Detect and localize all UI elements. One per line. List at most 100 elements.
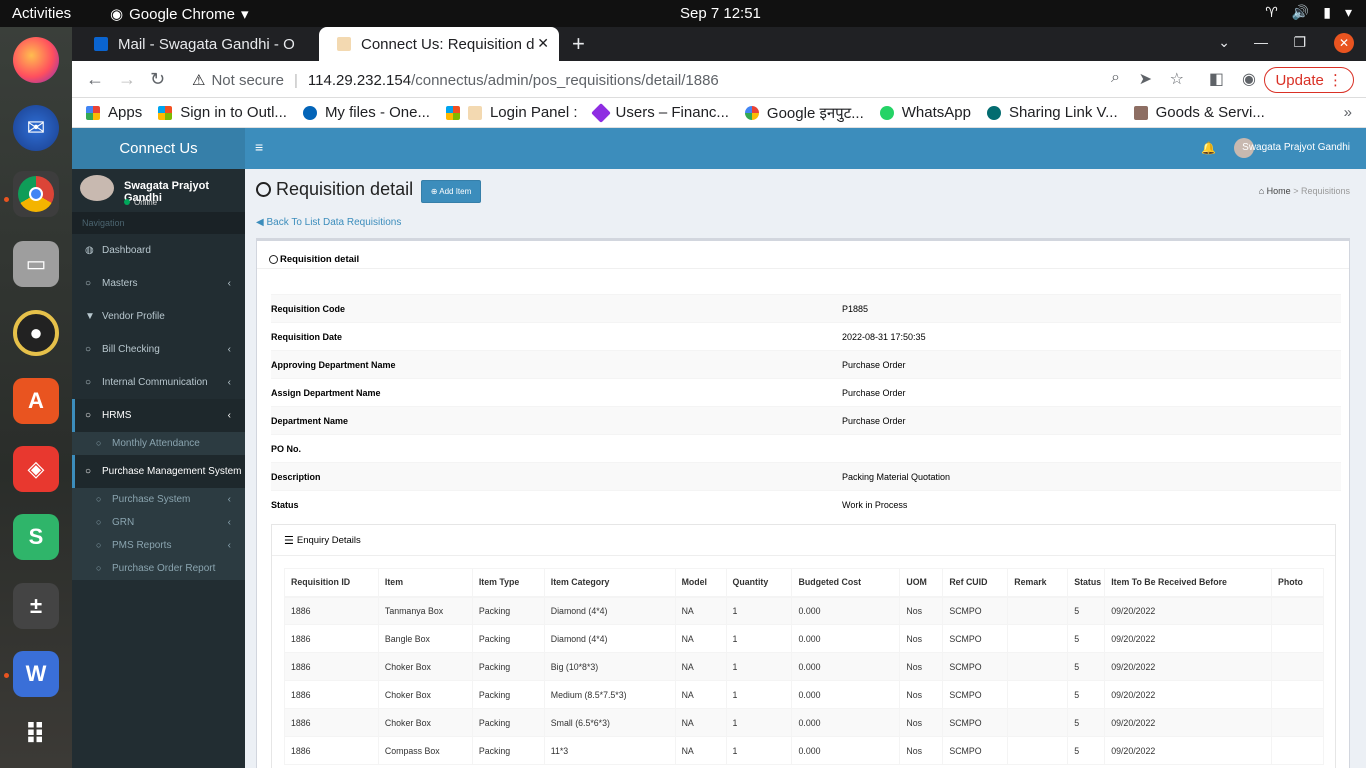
thunderbird-icon[interactable]: ✉ [13,105,59,151]
detail-row: Department Name Purchase Order [271,406,1341,434]
forward-icon[interactable]: → [118,69,136,90]
update-label: Update [1275,72,1324,89]
close-window-icon[interactable]: ✕ [1334,33,1354,53]
close-tab-icon[interactable]: ✕ [537,35,549,52]
google-chrome-icon[interactable] [13,171,59,217]
wps-office-icon[interactable]: W [13,651,59,697]
bookmark-whatsapp[interactable]: WhatsApp [879,104,971,121]
firefox-icon[interactable] [13,37,59,83]
sidebar-item-purchase-management-system[interactable]: ○ Purchase Management System [72,455,245,488]
table-row: 1886 Choker Box Packing Medium (8.5*7.5*3) N… [284,680,1325,709]
sidebar-item-bill-checking[interactable]: ○ Bill Checking ‹ [72,333,245,366]
sidebar-item-internal-communication[interactable]: ○ Internal Communication ‹ [72,366,245,399]
activities-button[interactable]: Activities [12,5,71,22]
url-path: /connectus/admin/pos_requisitions/detail… [411,71,719,89]
sidebar-subitem-grn[interactable]: ○ GRN ‹ [72,511,245,534]
tab-connect-us[interactable]: Connect Us: Requisition d ✕ [319,27,559,61]
files-icon[interactable]: ▭ [13,241,59,287]
sidebar-subitem-purchase-order-report[interactable]: ○ Purchase Order Report [72,557,245,580]
detail-row: Requisition Code P1885 [271,294,1341,322]
sidebar-item-masters[interactable]: ○ Masters ‹ [72,267,245,300]
maximize-icon[interactable]: ❐ [1293,34,1306,51]
more-bookmarks-icon[interactable]: » [1344,104,1352,121]
sidebar-subitem-pms-reports[interactable]: ○ PMS Reports ‹ [72,534,245,557]
sidebar-user-panel: Swagata Prajyot Gandhi Online [72,169,245,212]
table-cell: SCMPO [942,596,1009,625]
spreadsheet-icon[interactable]: S [13,514,59,560]
detail-key: Description [271,471,321,482]
table-cell: Choker Box [377,652,473,681]
update-button[interactable]: Update ⋮ [1264,67,1354,93]
reload-icon[interactable]: ↻ [150,69,165,90]
bookmark-sharing-link[interactable]: Sharing Link V... [986,104,1118,121]
breadcrumb-home[interactable]: Home [1267,186,1291,196]
bell-icon[interactable]: 🔔 [1201,141,1216,155]
new-tab-icon[interactable]: + [572,31,585,57]
microsoft-icon [158,105,173,120]
detail-key: Assign Department Name [271,387,381,398]
onedrive-icon [302,105,317,120]
circle-icon: ○ [96,438,102,448]
zoom-icon[interactable]: ⌕ [1111,69,1120,87]
table-cell: Packing [471,596,545,625]
table-cell: 5 [1067,652,1106,681]
table-cell: 1 [725,596,793,625]
side-panel-icon[interactable]: ◧ [1209,69,1224,89]
table-cell: NA [674,652,727,681]
app-logo[interactable]: Connect Us [72,128,245,169]
detail-list: Requisition Code P1885 Requisition Date 202… [271,294,1341,518]
bookmark-google-input[interactable]: Google इनपुट... [744,103,864,123]
table-cell: NA [674,596,727,625]
calculator-icon[interactable]: ± [13,583,59,629]
bookmark-outlook[interactable]: Sign in to Outl... [158,104,287,121]
detail-value: Purchase Order [842,359,906,370]
table-cell: Packing [471,708,545,737]
profile-icon[interactable]: ◉ [1242,69,1256,89]
arrow-circle-left-icon: ◀ [256,217,264,228]
bookmark-goods-services[interactable]: Goods & Servi... [1133,104,1265,121]
table-cell [1270,596,1325,625]
detail-value: Purchase Order [842,387,906,398]
table-cell: 0.000 [791,652,901,681]
circle-icon: ○ [96,540,102,550]
clock[interactable]: Sep 7 12:51 [680,5,761,22]
system-tray[interactable]: ♈ 🔊 ▮ ▾ [1265,4,1352,21]
table-cell [1007,680,1069,709]
sidebar-item-vendor-profile[interactable]: ▼ Vendor Profile [72,300,245,333]
bookmark-apps[interactable]: Apps [86,104,142,121]
address-bar[interactable]: ⚠ Not secure | 114.29.232.154 /connectus… [180,65,1230,95]
sidebar-item-dashboard[interactable]: ◍ Dashboard [72,234,245,267]
show-apps-icon[interactable]: ⠿ [13,711,59,757]
sidebar-subitem-purchase-system[interactable]: ○ Purchase System ‹ [72,488,245,511]
table-cell: 1886 [284,652,379,681]
table-cell: 1 [725,624,793,653]
back-icon[interactable]: ← [86,69,104,90]
main-header: ≡ 🔔 Swagata Prajyot Gandhi [245,128,1366,169]
tab-search-icon[interactable]: ⌄ [1218,34,1230,51]
bookmark-login-panel[interactable]: Login Panel : [445,104,578,121]
bookmark-users-financ[interactable]: Users – Financ... [590,102,729,123]
chevron-left-icon: ‹ [227,517,231,528]
rhythmbox-icon[interactable]: ● [13,310,59,356]
circle-icon: ○ [85,377,92,388]
bookmark-onedrive[interactable]: My files - One... [302,104,430,121]
tab-mail[interactable]: Mail - Swagata Gandhi - O [76,27,316,61]
add-item-button[interactable]: ⊕ Add Item [421,180,481,203]
minimize-icon[interactable]: — [1254,34,1268,50]
circle-icon: ○ [96,517,102,527]
send-icon[interactable]: ➤ [1139,69,1152,89]
app-menu[interactable]: ◉ Google Chrome ▾ [110,5,249,24]
hamburger-icon[interactable]: ≡ [255,139,263,155]
header-user-name[interactable]: Swagata Prajyot Gandhi [1242,142,1350,153]
table-cell: Nos [899,596,944,625]
detail-key: Requisition Date [271,331,343,342]
whatsapp-icon [879,105,894,120]
sidebar-item-hrms[interactable]: ○ HRMS ‹ [72,399,245,432]
table-cell: 09/20/2022 [1104,596,1272,625]
anydesk-icon[interactable]: ◈ [13,446,59,492]
back-to-list-link[interactable]: ◀ Back To List Data Requisitions [256,217,401,228]
sidebar-subitem-monthly-attendance[interactable]: ○ Monthly Attendance [72,432,245,455]
bookmark-star-icon[interactable]: ☆ [1170,69,1184,89]
software-center-icon[interactable]: A [13,378,59,424]
content: Requisition detail ⊕ Add Item ⌂ Home > R… [245,169,1366,768]
